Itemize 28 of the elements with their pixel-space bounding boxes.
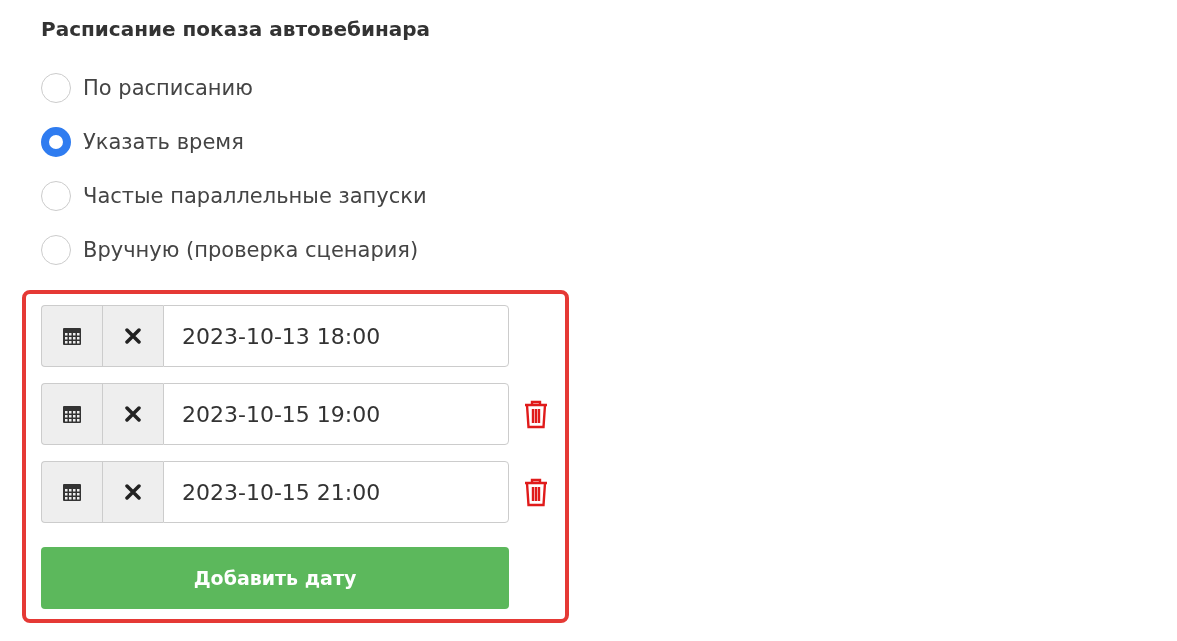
delete-button[interactable] — [523, 399, 549, 429]
schedule-option[interactable]: Вручную (проверка сценария) — [41, 234, 1177, 266]
schedule-option[interactable]: По расписанию — [41, 72, 1177, 104]
radio-button[interactable] — [41, 73, 71, 103]
close-icon — [125, 406, 141, 422]
calendar-button[interactable] — [41, 383, 102, 445]
calendar-button[interactable] — [41, 461, 102, 523]
delete-button[interactable] — [523, 477, 549, 507]
schedule-option[interactable]: Указать время — [41, 126, 1177, 158]
radio-button[interactable] — [41, 127, 71, 157]
calendar-icon — [62, 404, 82, 424]
clear-button[interactable] — [102, 305, 163, 367]
date-field[interactable]: 2023-10-15 19:00 — [163, 383, 509, 445]
calendar-icon — [62, 482, 82, 502]
radio-button[interactable] — [41, 235, 71, 265]
date-field[interactable]: 2023-10-15 21:00 — [163, 461, 509, 523]
date-field[interactable]: 2023-10-13 18:00 — [163, 305, 509, 367]
calendar-button[interactable] — [41, 305, 102, 367]
section-title: Расписание показа автовебинара — [41, 16, 432, 43]
schedule-option[interactable]: Частые параллельные запуски — [41, 180, 1177, 212]
trash-icon — [523, 399, 549, 429]
close-icon — [125, 484, 141, 500]
close-icon — [125, 328, 141, 344]
clear-button[interactable] — [102, 383, 163, 445]
calendar-icon — [62, 326, 82, 346]
radio-button[interactable] — [41, 181, 71, 211]
clear-button[interactable] — [102, 461, 163, 523]
trash-icon — [523, 477, 549, 507]
